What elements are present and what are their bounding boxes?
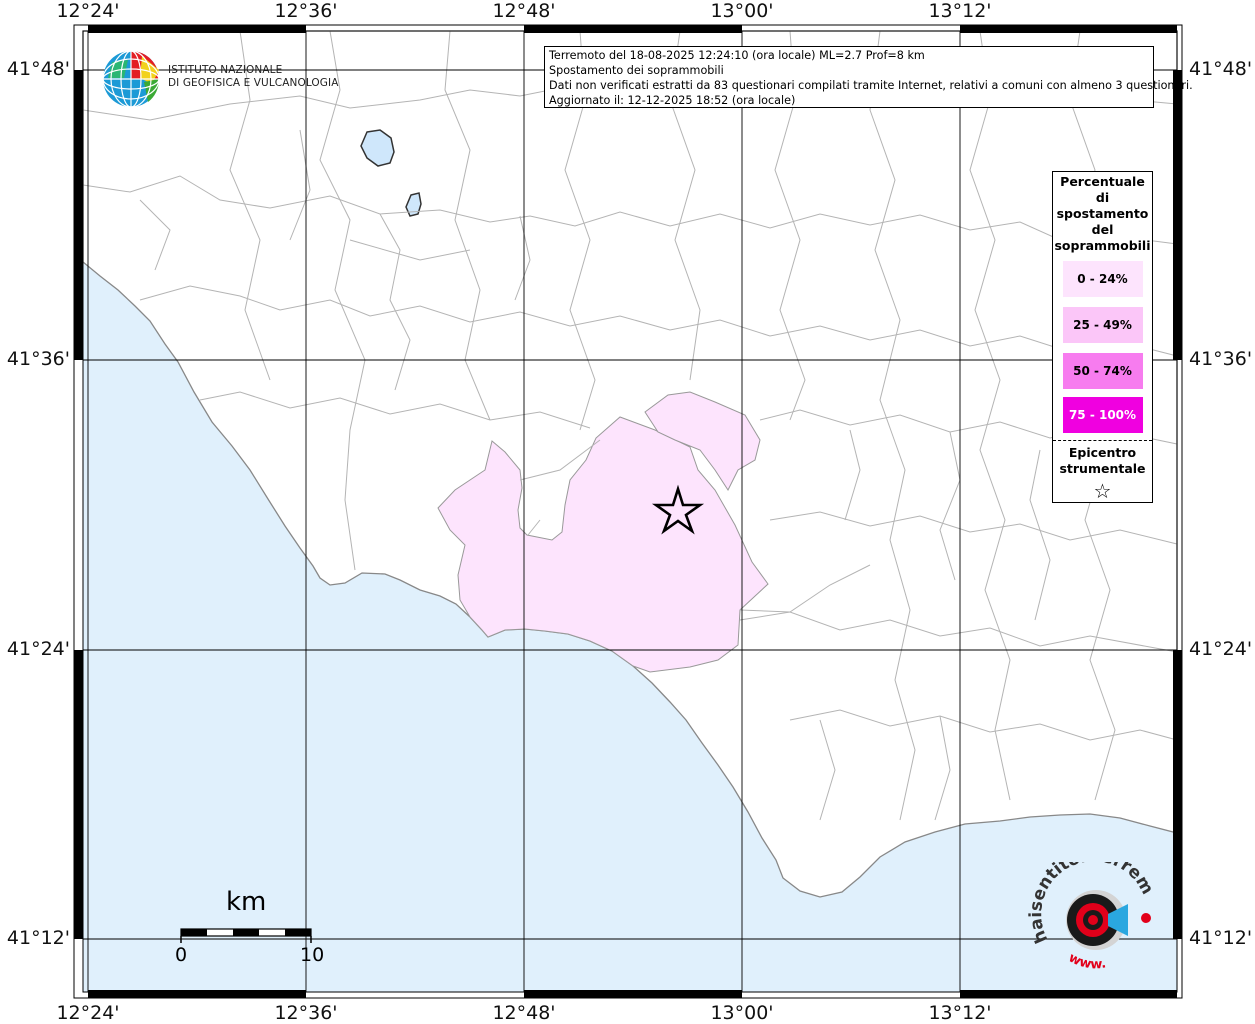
lat-label-left-1: 41°48' — [6, 58, 70, 80]
epicenter-label: Epicentro strumentale — [1053, 445, 1152, 477]
lat-label-right-2: 41°36' — [1189, 348, 1253, 370]
ingv-name: ISTITUTO NAZIONALE DI GEOFISICA E VULCAN… — [168, 64, 339, 90]
lon-label-top-3: 12°48' — [492, 0, 556, 22]
haisentito-www: www. — [1066, 950, 1107, 972]
lon-label-top-1: 12°24' — [56, 0, 120, 22]
ingv-name-line1: ISTITUTO NAZIONALE — [168, 64, 283, 76]
legend-divider — [1053, 440, 1152, 441]
legend-title-line: soprammobili — [1054, 238, 1151, 253]
lat-label-right-3: 41°24' — [1189, 638, 1253, 660]
lon-label-top-2: 12°36' — [274, 0, 338, 22]
ingv-name-line2: DI GEOFISICA E VULCANOLOGIA — [168, 77, 339, 89]
legend-title: Percentuale di spostamento del soprammob… — [1053, 174, 1152, 254]
svg-text:www.: www. — [1066, 950, 1107, 972]
lat-label-left-3: 41°24' — [6, 638, 70, 660]
lon-label-top-5: 13°12' — [928, 0, 992, 22]
lon-label-bottom-1: 12°24' — [56, 1002, 120, 1024]
legend-swatch-50-74: 50 - 74% — [1061, 352, 1144, 390]
legend: Percentuale di spostamento del soprammob… — [1052, 171, 1153, 503]
haisentito-logo: haisentitoilterremoto.it www. — [1028, 862, 1157, 972]
lon-label-top-4: 13°00' — [710, 0, 774, 22]
legend-swatch-0-24: 0 - 24% — [1061, 260, 1144, 298]
data-note: Dati non verificati estratti da 83 quest… — [549, 79, 1193, 92]
lon-label-bottom-5: 13°12' — [928, 1002, 992, 1024]
map-subject: Spostamento dei soprammobili — [549, 64, 724, 77]
lon-label-bottom-2: 12°36' — [274, 1002, 338, 1024]
legend-star-icon: ☆ — [1093, 479, 1112, 503]
lat-label-left-4: 41°12' — [6, 927, 70, 949]
lon-label-bottom-4: 13°00' — [710, 1002, 774, 1024]
lat-label-right-1: 41°48' — [1189, 58, 1253, 80]
legend-title-line: del — [1091, 222, 1114, 237]
legend-swatch-75-100: 75 - 100% — [1061, 396, 1144, 434]
scale-unit: km — [226, 887, 267, 917]
lat-label-right-4: 41°12' — [1189, 927, 1253, 949]
ingv-globe-icon — [102, 50, 160, 108]
epicenter-label-line: strumentale — [1059, 461, 1146, 476]
legend-title-line: di — [1095, 190, 1110, 205]
update-time: Aggiornato il: 12-12-2025 18:52 (ora loc… — [549, 94, 796, 107]
legend-title-line: spostamento — [1056, 206, 1149, 221]
event-info-box: Terremoto del 18-08-2025 12:24:10 (ora l… — [544, 46, 1193, 108]
scale-start: 0 — [175, 944, 188, 966]
scale-end: 10 — [300, 944, 325, 966]
lat-label-left-2: 41°36' — [6, 348, 70, 370]
lon-label-bottom-3: 12°48' — [492, 1002, 556, 1024]
epicenter-label-line: Epicentro — [1068, 445, 1137, 460]
legend-swatch-25-49: 25 - 49% — [1061, 306, 1144, 344]
legend-title-line: Percentuale — [1060, 174, 1145, 189]
event-title: Terremoto del 18-08-2025 12:24:10 (ora l… — [549, 49, 925, 62]
